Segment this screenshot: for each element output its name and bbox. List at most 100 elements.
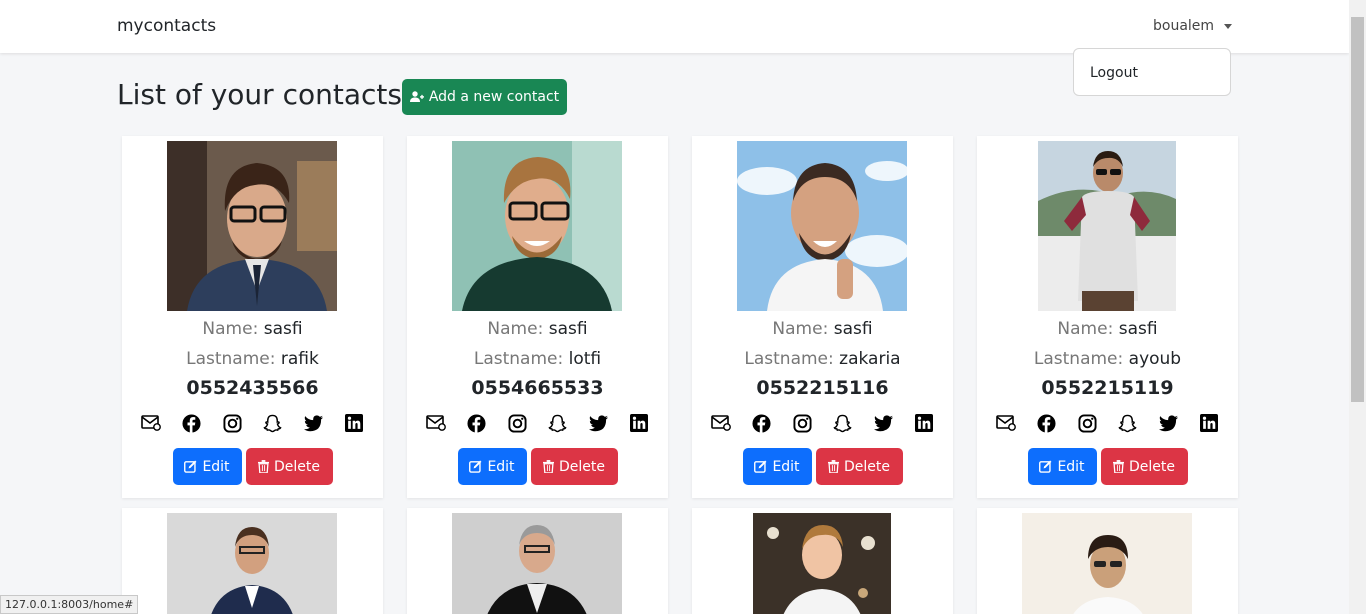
linkedin-icon[interactable]: [343, 412, 365, 434]
lastname-line: Lastname: lotfi: [407, 349, 668, 369]
instagram-icon[interactable]: [791, 412, 813, 434]
contact-photo: [753, 513, 891, 614]
navbar: mycontacts boualem: [0, 0, 1349, 53]
facebook-icon[interactable]: [181, 412, 203, 434]
caret-down-icon: [1224, 23, 1233, 29]
lastname-line: Lastname: ayoub: [977, 349, 1238, 369]
user-plus-icon: [409, 91, 424, 102]
edit-icon: [754, 460, 767, 473]
email-icon[interactable]: [425, 412, 447, 434]
social-icons: [995, 412, 1220, 434]
delete-label: Delete: [1129, 458, 1175, 475]
contact-photo: [1022, 513, 1192, 614]
contact-lastname: rafik: [280, 349, 319, 369]
edit-button[interactable]: Edit: [1027, 448, 1097, 485]
contact-card: Name: sasfi Lastname: lotfi 0554665533 E…: [407, 136, 668, 498]
card-actions: Edit Delete: [407, 448, 668, 485]
card-actions: Edit Delete: [122, 448, 383, 485]
contact-photo: [1038, 141, 1176, 311]
facebook-icon[interactable]: [466, 412, 488, 434]
contact-phone: 0552215119: [1041, 377, 1174, 399]
snapchat-icon[interactable]: [262, 412, 284, 434]
edit-label: Edit: [772, 458, 800, 475]
contact-card: Name: sasfi Lastname: ayoub 0552215119 E…: [977, 136, 1238, 498]
page-title: List of your contacts: [117, 78, 402, 111]
contact-photo: [452, 513, 622, 614]
trash-icon: [543, 460, 554, 473]
contact-photo: [452, 141, 622, 311]
user-menu-toggle[interactable]: boualem: [1153, 18, 1233, 34]
contact-lastname: zakaria: [839, 349, 901, 369]
facebook-icon[interactable]: [751, 412, 773, 434]
twitter-icon[interactable]: [302, 412, 324, 434]
contact-name: sasfi: [263, 319, 303, 339]
scrollbar[interactable]: [1349, 0, 1366, 614]
scrollbar-thumb[interactable]: [1351, 17, 1364, 402]
contact-lastname: ayoub: [1128, 349, 1182, 369]
card-actions: Edit Delete: [692, 448, 953, 485]
contact-name: sasfi: [1118, 319, 1158, 339]
contact-photo: [167, 513, 337, 614]
instagram-icon[interactable]: [1076, 412, 1098, 434]
name-label: Name:: [202, 319, 259, 339]
contact-name: sasfi: [548, 319, 588, 339]
contact-phone: 0552435566: [186, 377, 319, 399]
edit-icon: [1039, 460, 1052, 473]
email-icon[interactable]: [995, 412, 1017, 434]
linkedin-icon[interactable]: [628, 412, 650, 434]
edit-icon: [469, 460, 482, 473]
instagram-icon[interactable]: [506, 412, 528, 434]
edit-icon: [184, 460, 197, 473]
delete-button[interactable]: Delete: [1100, 448, 1188, 485]
delete-label: Delete: [274, 458, 320, 475]
edit-button[interactable]: Edit: [457, 448, 527, 485]
delete-button[interactable]: Delete: [815, 448, 903, 485]
linkedin-icon[interactable]: [913, 412, 935, 434]
twitter-icon[interactable]: [872, 412, 894, 434]
contact-name: sasfi: [833, 319, 873, 339]
card-actions: Edit Delete: [977, 448, 1238, 485]
facebook-icon[interactable]: [1036, 412, 1058, 434]
lastname-label: Lastname:: [473, 349, 564, 369]
email-icon[interactable]: [140, 412, 162, 434]
contact-card: [407, 508, 668, 614]
brand-link[interactable]: mycontacts: [117, 16, 216, 36]
edit-label: Edit: [202, 458, 230, 475]
name-label: Name:: [487, 319, 544, 339]
name-line: Name: sasfi: [407, 319, 668, 339]
edit-button[interactable]: Edit: [172, 448, 242, 485]
delete-button[interactable]: Delete: [245, 448, 333, 485]
contact-lastname: lotfi: [568, 349, 602, 369]
twitter-icon[interactable]: [1157, 412, 1179, 434]
email-icon[interactable]: [710, 412, 732, 434]
contact-card: [122, 508, 383, 614]
twitter-icon[interactable]: [587, 412, 609, 434]
snapchat-icon[interactable]: [1117, 412, 1139, 434]
snapchat-icon[interactable]: [547, 412, 569, 434]
name-line: Name: sasfi: [122, 319, 383, 339]
contact-photo: [737, 141, 907, 311]
instagram-icon[interactable]: [221, 412, 243, 434]
delete-button[interactable]: Delete: [530, 448, 618, 485]
name-label: Name:: [1057, 319, 1114, 339]
add-contact-label: Add a new contact: [428, 89, 560, 105]
edit-button[interactable]: Edit: [742, 448, 812, 485]
contact-card: [977, 508, 1238, 614]
lastname-label: Lastname:: [186, 349, 276, 369]
social-icons: [710, 412, 935, 434]
edit-label: Edit: [487, 458, 515, 475]
linkedin-icon[interactable]: [1198, 412, 1220, 434]
trash-icon: [828, 460, 839, 473]
user-dropdown-menu: Logout: [1073, 48, 1231, 96]
contact-phone: 0554665533: [471, 377, 604, 399]
name-label: Name:: [772, 319, 829, 339]
contact-phone: 0552215116: [756, 377, 889, 399]
logout-item[interactable]: Logout: [1090, 65, 1138, 81]
add-contact-button[interactable]: Add a new contact: [402, 79, 567, 115]
social-icons: [140, 412, 365, 434]
delete-label: Delete: [844, 458, 890, 475]
contact-card: [692, 508, 953, 614]
lastname-line: Lastname: rafik: [122, 349, 383, 369]
snapchat-icon[interactable]: [832, 412, 854, 434]
lastname-label: Lastname:: [744, 349, 834, 369]
